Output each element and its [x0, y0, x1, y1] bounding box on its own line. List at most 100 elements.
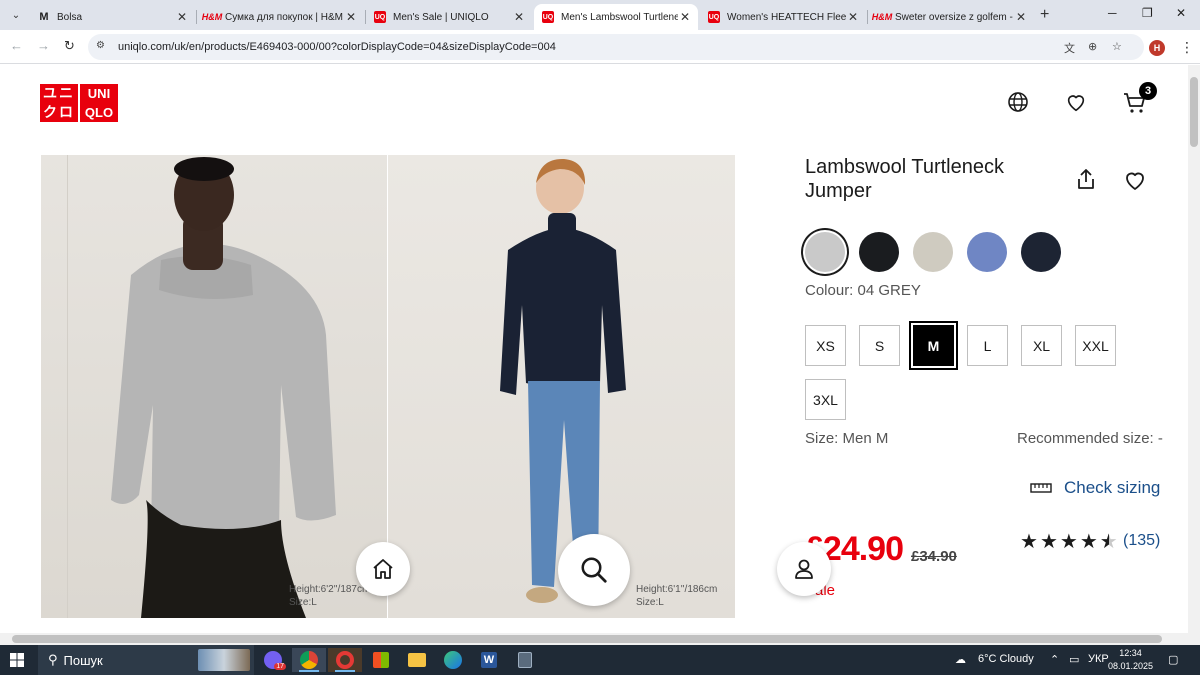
- window-close-icon[interactable]: ✕: [1176, 6, 1186, 20]
- logo-text-line: UNI: [87, 86, 111, 101]
- logo-katakana: ユニ クロ: [40, 84, 78, 122]
- forward-arrow-icon[interactable]: →: [37, 38, 50, 53]
- star-full-icon: ★: [1079, 531, 1098, 553]
- colour-swatch-blue[interactable]: [967, 232, 1007, 272]
- vertical-scrollbar[interactable]: [1188, 65, 1200, 633]
- reload-icon[interactable]: ↻: [64, 38, 75, 54]
- search-highlight-image: [198, 649, 250, 671]
- review-count-link[interactable]: (135): [1123, 532, 1160, 550]
- tab-title: Sweter oversize z golfem - C: [895, 11, 1014, 23]
- product-photo-navy[interactable]: Height:6'1''/186cm Size:L: [388, 155, 735, 618]
- edge-app-icon[interactable]: [436, 648, 470, 672]
- url-text[interactable]: uniqlo.com/uk/en/products/E469403-000/00…: [118, 41, 556, 53]
- globe-icon[interactable]: [1007, 91, 1029, 113]
- colour-swatch-black[interactable]: [859, 232, 899, 272]
- size-option-xs[interactable]: XS: [805, 325, 846, 366]
- tab-title: Men's Lambswool Turtleneck: [561, 11, 678, 23]
- wishlist-heart-icon[interactable]: [1065, 91, 1087, 113]
- model-height-text: Height:6'2''/187cm: [289, 584, 371, 595]
- close-icon[interactable]: ✕: [1014, 10, 1028, 24]
- minimize-icon[interactable]: ─: [1108, 6, 1117, 20]
- logo-text-line: QLO: [84, 105, 114, 120]
- search-icon: [581, 557, 607, 583]
- star-full-icon: ★: [1039, 531, 1058, 553]
- close-icon[interactable]: ✕: [175, 10, 189, 24]
- close-icon[interactable]: ✕: [344, 10, 358, 24]
- back-arrow-icon[interactable]: ←: [10, 38, 23, 53]
- star-full-icon: ★: [1020, 531, 1038, 553]
- tab-search-menu-button[interactable]: ⌄: [6, 5, 26, 25]
- network-icon[interactable]: ▭: [1069, 653, 1079, 666]
- tab-hm-sweater[interactable]: H&M Sweter oversize z golfem - C ✕: [868, 4, 1034, 30]
- calculator-app-icon[interactable]: [508, 648, 542, 672]
- size-option-3xl[interactable]: 3XL: [805, 379, 846, 420]
- product-photo-grey[interactable]: Height:6'2''/187cm Size:L: [41, 155, 387, 618]
- clock-time: 12:34: [1119, 648, 1142, 658]
- rating-stars[interactable]: ★ ★ ★ ★ ★: [1020, 529, 1118, 554]
- account-fab-button[interactable]: [777, 542, 831, 596]
- tab-uniqlo-turtleneck[interactable]: UQ Men's Lambswool Turtleneck ✕: [534, 4, 698, 30]
- product-title: Lambswool Turtleneck Jumper: [805, 156, 1004, 202]
- bookmark-star-icon[interactable]: ☆: [1112, 40, 1122, 53]
- user-icon: [795, 559, 813, 579]
- close-icon[interactable]: ✕: [512, 10, 526, 24]
- restore-icon[interactable]: ❐: [1142, 6, 1153, 20]
- horizontal-scrollbar[interactable]: [0, 633, 1200, 645]
- close-icon[interactable]: ✕: [678, 10, 692, 24]
- profile-avatar[interactable]: H: [1149, 40, 1165, 56]
- check-sizing-text[interactable]: Check sizing: [1064, 478, 1160, 498]
- opera-app-icon[interactable]: [328, 648, 362, 672]
- tab-hm-bag[interactable]: H&M Сумка для покупок | H&M ✕: [198, 4, 364, 30]
- weather-icon[interactable]: ☁: [955, 653, 966, 666]
- star-half-icon: ★: [1099, 531, 1118, 553]
- chrome-app-icon[interactable]: [292, 648, 326, 672]
- home-fab-button[interactable]: [356, 542, 410, 596]
- weather-text[interactable]: 6°C Cloudy: [978, 653, 1034, 665]
- taskbar-clock[interactable]: 12:34 08.01.2025: [1108, 647, 1153, 673]
- size-option-s[interactable]: S: [859, 325, 900, 366]
- model-navy-jumper-illustration: [500, 158, 626, 603]
- file-explorer-icon[interactable]: [400, 648, 434, 672]
- colour-swatch-navy[interactable]: [1021, 232, 1061, 272]
- site-settings-icon[interactable]: ⚙: [96, 40, 105, 51]
- size-option-m[interactable]: M: [909, 321, 958, 370]
- horizontal-scroll-thumb[interactable]: [12, 635, 1162, 643]
- tab-bolsa[interactable]: M Bolsa ✕: [30, 4, 195, 30]
- address-bar[interactable]: ⚙ uniqlo.com/uk/en/products/E469403-000/…: [88, 34, 1144, 60]
- vertical-scroll-thumb[interactable]: [1190, 77, 1198, 147]
- original-price: £34.90: [911, 548, 957, 565]
- logo-latin: UNI QLO: [80, 84, 118, 122]
- size-option-xl[interactable]: XL: [1021, 325, 1062, 366]
- size-option-xxl[interactable]: XXL: [1075, 325, 1116, 366]
- close-icon[interactable]: ✕: [846, 10, 860, 24]
- notifications-icon[interactable]: ▢: [1168, 653, 1178, 666]
- tab-uniqlo-mens-sale[interactable]: UQ Men's Sale | UNIQLO ✕: [366, 4, 532, 30]
- windows-start-icon[interactable]: [10, 653, 24, 667]
- viber-app-icon[interactable]: 17: [256, 648, 290, 672]
- taskbar-search-box[interactable]: ⚲ Пошук: [38, 645, 254, 675]
- browser-toolbar: ← → ↻ ⚙ uniqlo.com/uk/en/products/E46940…: [0, 30, 1200, 64]
- star-full-icon: ★: [1059, 531, 1078, 553]
- share-icon[interactable]: [1074, 167, 1098, 191]
- colour-swatch-natural[interactable]: [913, 232, 953, 272]
- word-app-icon[interactable]: W: [472, 648, 506, 672]
- gmail-m-icon: M: [39, 11, 49, 23]
- size-option-l[interactable]: L: [967, 325, 1008, 366]
- translate-icon[interactable]: 文: [1064, 40, 1075, 56]
- colour-swatch-grey[interactable]: [805, 232, 845, 272]
- store-app-icon[interactable]: [364, 648, 398, 672]
- photo-caption: Height:6'2''/187cm Size:L: [289, 583, 370, 609]
- model-grey-jumper-illustration: [67, 155, 336, 618]
- search-fab-button[interactable]: [558, 534, 630, 606]
- tab-uniqlo-heattech[interactable]: UQ Women's HEATTECH Fleece ✕: [700, 4, 866, 30]
- new-tab-plus-icon[interactable]: +: [1040, 6, 1049, 24]
- zoom-icon[interactable]: ⊕: [1088, 40, 1097, 53]
- browser-menu-icon[interactable]: ⋮: [1180, 39, 1194, 56]
- tray-expand-icon[interactable]: ⌃: [1050, 653, 1059, 666]
- selected-colour-label: Colour: 04 GREY: [805, 282, 921, 299]
- language-indicator[interactable]: УКР: [1088, 653, 1109, 665]
- notification-badge: 17: [274, 663, 286, 670]
- check-sizing-link[interactable]: Check sizing: [1030, 478, 1160, 498]
- uniqlo-logo[interactable]: ユニ クロ UNI QLO: [40, 84, 118, 122]
- favorite-heart-icon[interactable]: [1123, 168, 1147, 192]
